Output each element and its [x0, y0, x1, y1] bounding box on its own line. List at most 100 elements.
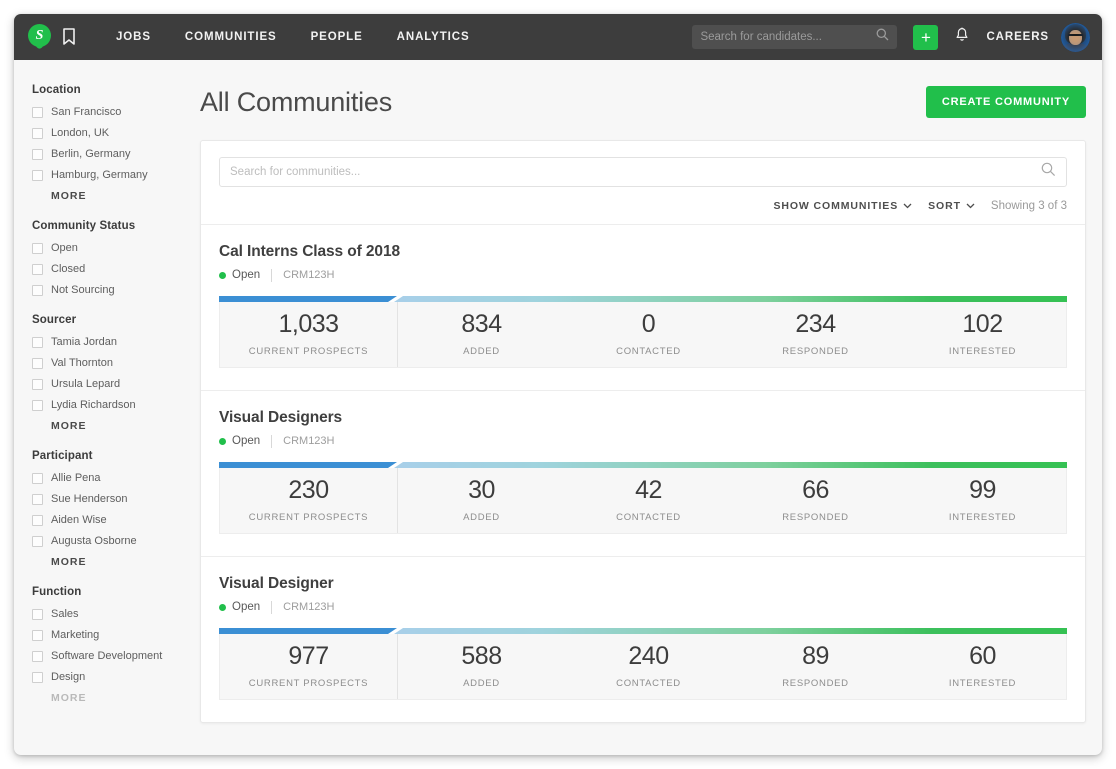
checkbox[interactable]	[32, 107, 43, 118]
stats-row: 977 CURRENT PROSPECTS 588 ADDED 240 CONT…	[219, 634, 1067, 700]
filter-title: Location	[32, 84, 186, 96]
checkbox[interactable]	[32, 536, 43, 547]
filter-option[interactable]: Software Development	[32, 647, 186, 665]
stat-label: RESPONDED	[782, 678, 848, 689]
filter-option-label: Sales	[51, 608, 79, 620]
community-name[interactable]: Visual Designer	[219, 575, 1067, 593]
checkbox[interactable]	[32, 128, 43, 139]
filter-option[interactable]: Berlin, Germany	[32, 145, 186, 163]
nav-item-jobs[interactable]: JOBS	[99, 31, 168, 43]
filter-option[interactable]: Allie Pena	[32, 469, 186, 487]
filter-more-toggle[interactable]: MORE	[32, 187, 186, 205]
stat-responded: 66 RESPONDED	[732, 468, 899, 533]
create-community-button[interactable]: CREATE COMMUNITY	[926, 86, 1086, 118]
top-navigation-bar: S JOBS COMMUNITIES PEOPLE ANALYTICS Sear…	[14, 14, 1102, 60]
stat-contacted: 42 CONTACTED	[565, 468, 732, 533]
filter-option[interactable]: Hamburg, Germany	[32, 166, 186, 184]
checkbox[interactable]	[32, 609, 43, 620]
checkbox[interactable]	[32, 285, 43, 296]
checkbox[interactable]	[32, 672, 43, 683]
stat-interested: 60 INTERESTED	[899, 634, 1066, 699]
community-card[interactable]: Visual Designers Open CRM123H 23	[201, 390, 1085, 556]
filter-option-label: Augusta Osborne	[51, 535, 137, 547]
stat-label: ADDED	[463, 346, 500, 357]
nav-item-careers[interactable]: CAREERS	[986, 31, 1049, 43]
nav-item-people[interactable]: PEOPLE	[294, 31, 380, 43]
filter-option[interactable]: Not Sourcing	[32, 281, 186, 299]
community-name[interactable]: Cal Interns Class of 2018	[219, 243, 1067, 261]
stat-label: RESPONDED	[782, 346, 848, 357]
checkbox[interactable]	[32, 264, 43, 275]
checkbox[interactable]	[32, 358, 43, 369]
filter-option[interactable]: Design	[32, 668, 186, 686]
checkbox[interactable]	[32, 243, 43, 254]
nav-right-cluster: Search for candidates... + CAREERS	[692, 14, 1090, 60]
checkbox[interactable]	[32, 515, 43, 526]
stat-label: CONTACTED	[616, 346, 681, 357]
stat-label: RESPONDED	[782, 512, 848, 523]
stat-current-prospects: 230 CURRENT PROSPECTS	[220, 468, 398, 533]
show-communities-dropdown[interactable]: SHOW COMMUNITIES	[773, 200, 912, 212]
community-card[interactable]: Cal Interns Class of 2018 Open CRM123H	[201, 224, 1085, 390]
filter-option[interactable]: Tamia Jordan	[32, 333, 186, 351]
checkbox[interactable]	[32, 170, 43, 181]
filter-option-label: Tamia Jordan	[51, 336, 117, 348]
nav-item-analytics[interactable]: ANALYTICS	[380, 31, 487, 43]
filter-option-label: Sue Henderson	[51, 493, 127, 505]
app-window: S JOBS COMMUNITIES PEOPLE ANALYTICS Sear…	[14, 14, 1102, 755]
user-avatar[interactable]	[1061, 23, 1090, 52]
community-name[interactable]: Visual Designers	[219, 409, 1067, 427]
checkbox[interactable]	[32, 494, 43, 505]
status-dot-icon	[219, 604, 226, 611]
filter-option[interactable]: Val Thornton	[32, 354, 186, 372]
filter-more-toggle[interactable]: MORE	[32, 553, 186, 571]
stat-value: 240	[628, 644, 668, 669]
community-card[interactable]: Visual Designer Open CRM123H 977	[201, 556, 1085, 722]
filter-option[interactable]: London, UK	[32, 124, 186, 142]
filter-option[interactable]: Open	[32, 239, 186, 257]
bell-icon[interactable]	[955, 27, 969, 48]
status-dot-icon	[219, 272, 226, 279]
checkbox[interactable]	[32, 379, 43, 390]
stat-contacted: 240 CONTACTED	[565, 634, 732, 699]
filter-option[interactable]: Aiden Wise	[32, 511, 186, 529]
filter-option[interactable]: Closed	[32, 260, 186, 278]
filter-option[interactable]: Marketing	[32, 626, 186, 644]
nav-item-communities[interactable]: COMMUNITIES	[168, 31, 294, 43]
filter-title: Function	[32, 586, 186, 598]
bookmark-icon[interactable]	[61, 27, 77, 47]
filter-more-toggle[interactable]: MORE	[32, 417, 186, 435]
sort-dropdown[interactable]: SORT	[928, 200, 975, 212]
add-button[interactable]: +	[913, 25, 938, 50]
checkbox[interactable]	[32, 400, 43, 411]
checkbox[interactable]	[32, 149, 43, 160]
location-pin-logo[interactable]: S	[28, 24, 51, 50]
filter-option[interactable]: Augusta Osborne	[32, 532, 186, 550]
filter-option-label: Ursula Lepard	[51, 378, 120, 390]
panel-toolbar: Search for communities... SHOW COMMUNITI…	[201, 141, 1085, 224]
filter-option[interactable]: Lydia Richardson	[32, 396, 186, 414]
filter-option[interactable]: Sue Henderson	[32, 490, 186, 508]
checkbox[interactable]	[32, 473, 43, 484]
status-dot-icon	[219, 438, 226, 445]
candidate-search-input[interactable]: Search for candidates...	[692, 25, 897, 49]
filter-title: Sourcer	[32, 314, 186, 326]
filter-option[interactable]: Ursula Lepard	[32, 375, 186, 393]
stat-interested: 99 INTERESTED	[899, 468, 1066, 533]
chevron-down-icon	[903, 200, 912, 212]
filter-more-toggle[interactable]: MORE	[32, 689, 186, 707]
checkbox[interactable]	[32, 337, 43, 348]
community-search-input[interactable]: Search for communities...	[219, 157, 1067, 187]
filter-option[interactable]: San Francisco	[32, 103, 186, 121]
stat-added: 30 ADDED	[398, 468, 565, 533]
filter-option-label: Design	[51, 671, 85, 683]
filter-option-label: Allie Pena	[51, 472, 101, 484]
checkbox[interactable]	[32, 630, 43, 641]
chevron-down-icon	[966, 200, 975, 212]
stat-label: INTERESTED	[949, 512, 1016, 523]
filter-option[interactable]: Sales	[32, 605, 186, 623]
filter-option-label: Marketing	[51, 629, 99, 641]
checkbox[interactable]	[32, 651, 43, 662]
filter-option-label: Val Thornton	[51, 357, 113, 369]
stat-value: 42	[635, 478, 662, 503]
